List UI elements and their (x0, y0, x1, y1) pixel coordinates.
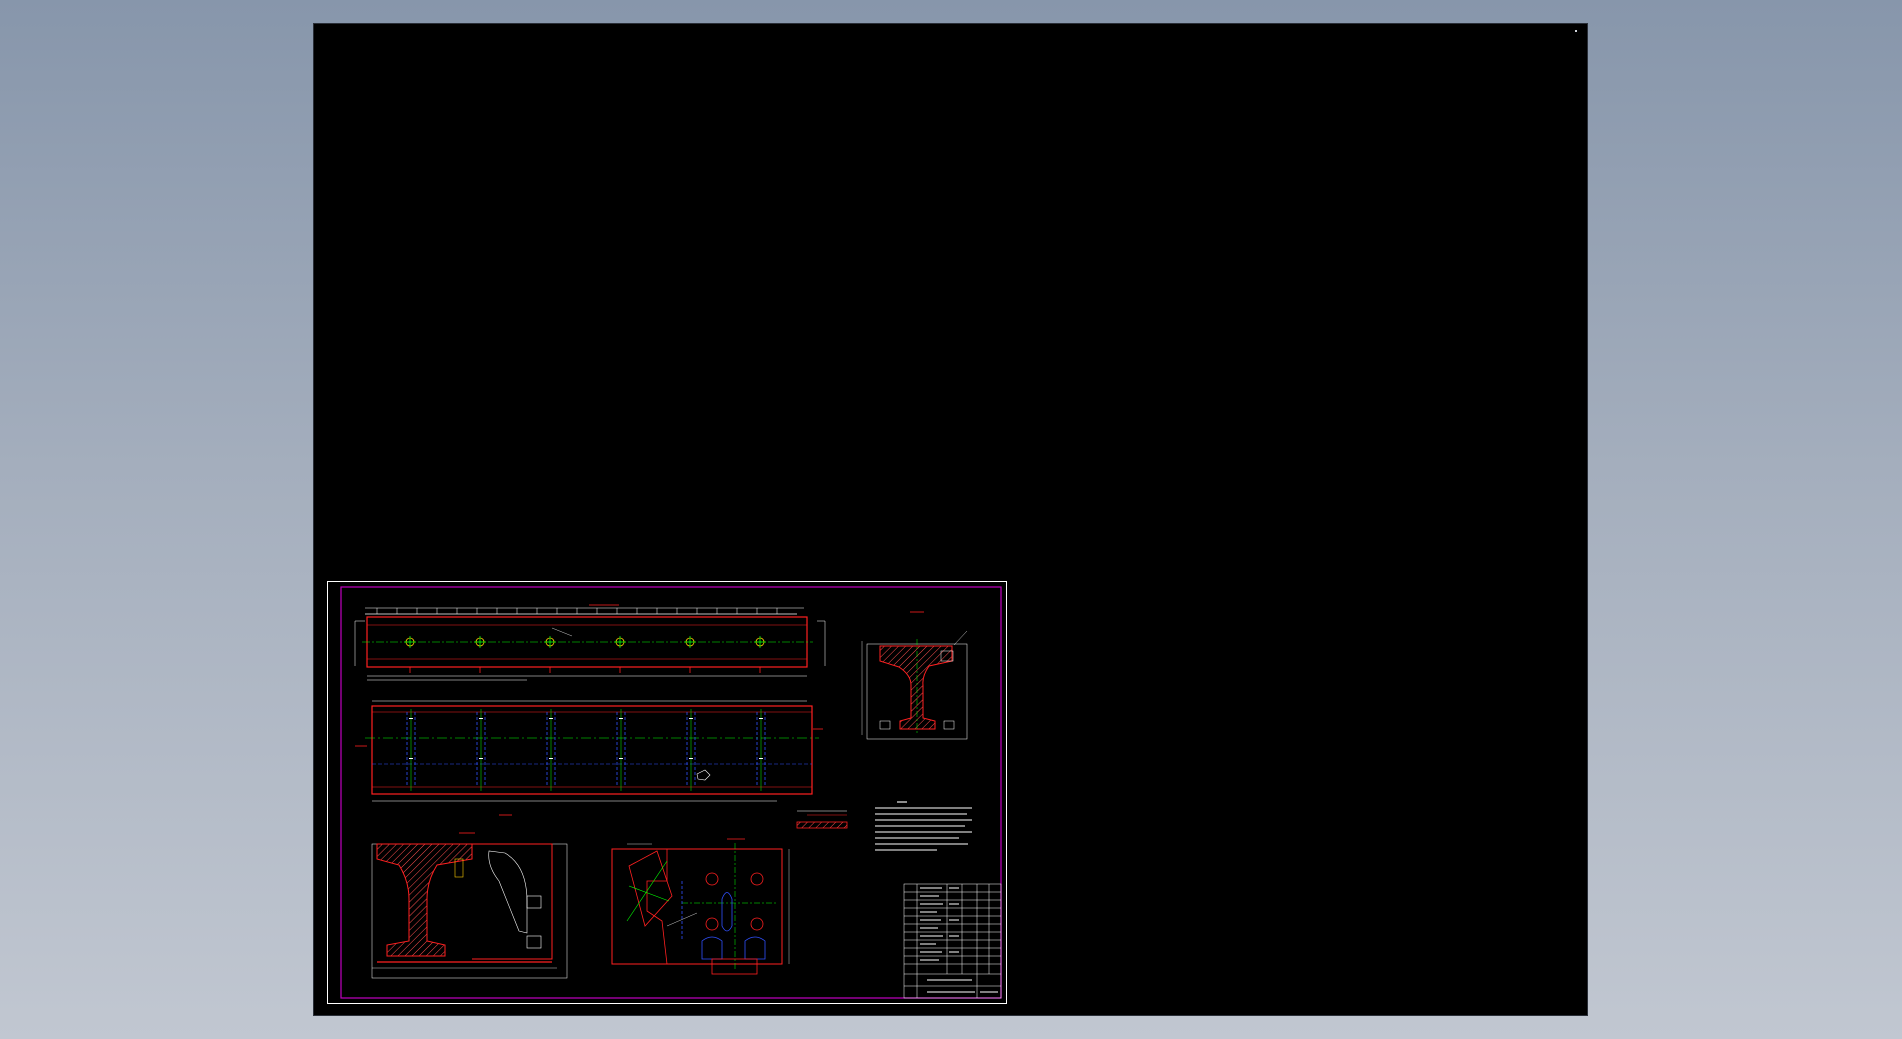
drawing-svg (327, 581, 1007, 1004)
weld-detail (796, 810, 848, 829)
drawing-sheet[interactable] (327, 581, 1007, 1004)
title-block (903, 883, 1002, 999)
end-detail (611, 838, 790, 975)
drawing-canvas[interactable] (314, 24, 1587, 1015)
front-view (355, 700, 823, 816)
section-b-b (371, 832, 568, 979)
technical-notes (875, 801, 972, 851)
viewport-marker (1575, 30, 1577, 32)
top-view (354, 604, 826, 681)
section-a-a (861, 611, 968, 740)
